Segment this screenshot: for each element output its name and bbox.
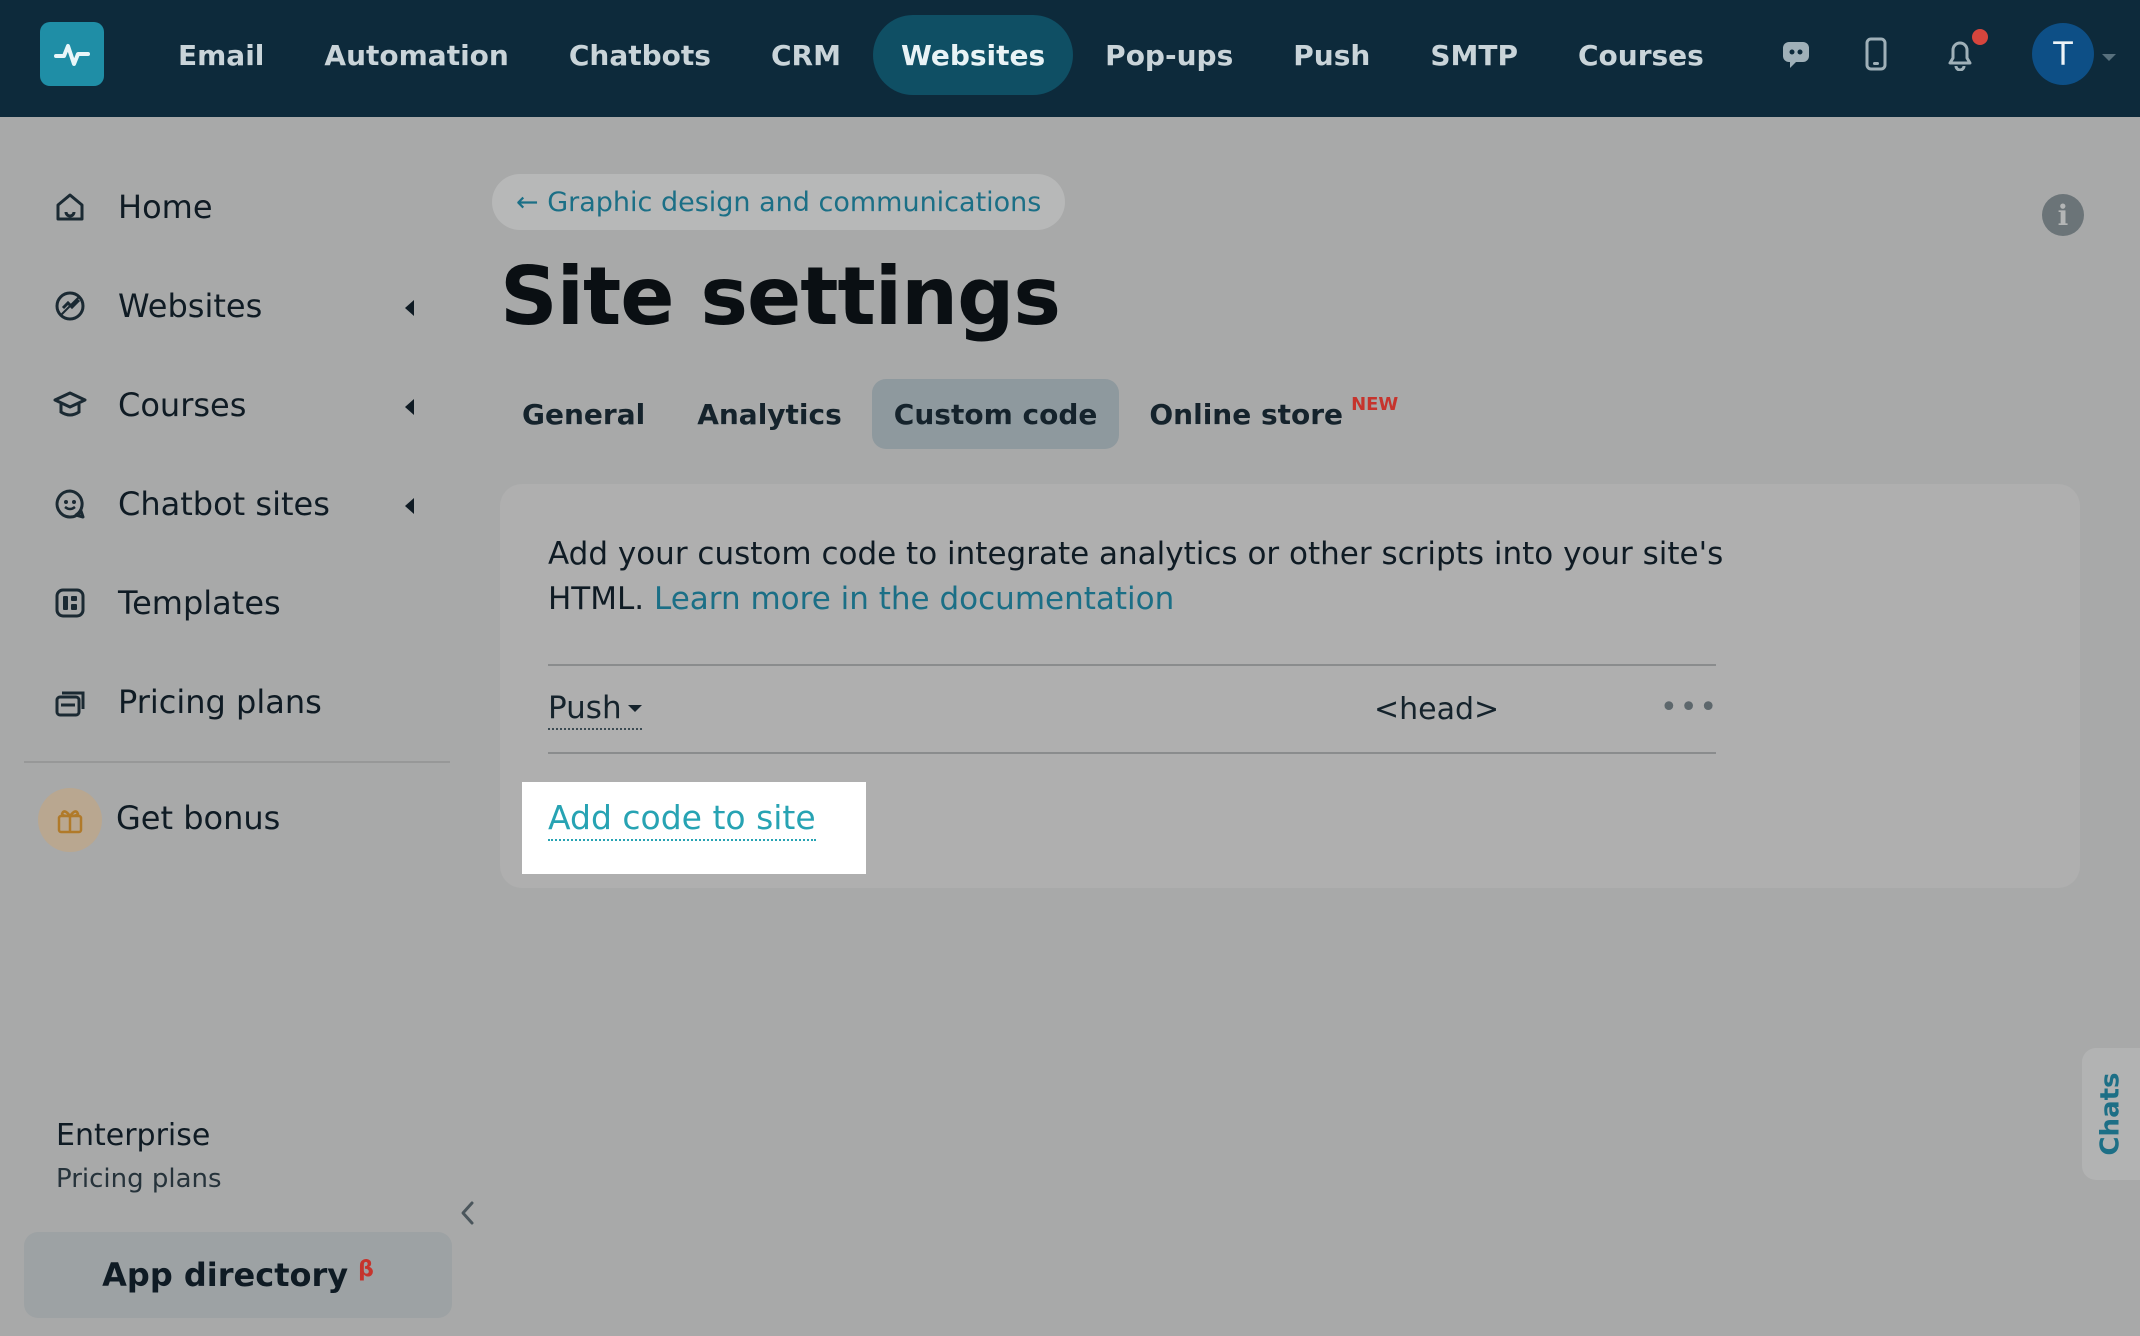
tab-online-store[interactable]: Online store NEW xyxy=(1127,379,1420,449)
nav-push[interactable]: Push xyxy=(1265,15,1398,95)
custom-code-card: Add your custom code to integrate analyt… xyxy=(500,484,2080,888)
nav-crm[interactable]: CRM xyxy=(743,15,869,95)
settings-tabs: General Analytics Custom code Online sto… xyxy=(500,379,1428,449)
notification-dot xyxy=(1972,29,1988,45)
app-directory-label: App directory xyxy=(102,1256,349,1294)
info-icon[interactable]: i xyxy=(2042,194,2084,236)
home-icon xyxy=(52,189,88,225)
code-placement: <head> xyxy=(1374,692,1500,727)
get-bonus-label: Get bonus xyxy=(116,799,281,837)
sidebar-item-label: Templates xyxy=(118,584,281,622)
card-description: Add your custom code to integrate analyt… xyxy=(548,532,1748,622)
expand-caret-icon[interactable] xyxy=(405,300,414,316)
main-nav: Email Automation Chatbots CRM Websites P… xyxy=(150,15,1736,95)
nav-courses[interactable]: Courses xyxy=(1550,15,1732,95)
tab-label: Online store xyxy=(1149,397,1344,431)
add-code-label: Add code to site xyxy=(548,798,816,841)
tab-custom-code[interactable]: Custom code xyxy=(871,379,1120,449)
nav-email[interactable]: Email xyxy=(150,15,292,95)
chevron-down-icon xyxy=(627,704,642,712)
app-directory-button[interactable]: App directory β xyxy=(24,1232,452,1318)
expand-caret-icon[interactable] xyxy=(405,498,414,514)
sidebar-item-label: Courses xyxy=(118,386,247,424)
nav-popups[interactable]: Pop-ups xyxy=(1077,15,1261,95)
collapse-sidebar-icon[interactable] xyxy=(456,1198,480,1228)
beta-badge: β xyxy=(358,1256,374,1282)
chatbot-icon xyxy=(52,486,88,522)
code-type-value: Push xyxy=(548,690,622,726)
plan-name: Enterprise xyxy=(56,1118,211,1153)
documentation-link[interactable]: Learn more in the documentation xyxy=(654,581,1174,617)
page-title: Site settings xyxy=(500,250,1061,343)
pricing-icon xyxy=(52,684,88,720)
sidebar-item-pricing-plans[interactable]: Pricing plans xyxy=(52,672,322,732)
get-bonus-link[interactable]: Get bonus xyxy=(116,788,280,848)
tab-general[interactable]: General xyxy=(500,379,667,449)
chats-label: Chats xyxy=(2096,1072,2127,1156)
avatar[interactable]: T xyxy=(2032,23,2094,85)
tab-analytics[interactable]: Analytics xyxy=(675,379,864,449)
code-row: Push <head> ••• xyxy=(548,664,1719,754)
chat-support-icon[interactable] xyxy=(1776,34,1816,74)
sidebar-item-chatbot-sites[interactable]: Chatbot sites xyxy=(52,474,330,534)
back-link[interactable]: ← Graphic design and communications xyxy=(492,174,1066,230)
sidebar-divider xyxy=(24,761,450,763)
gift-icon xyxy=(38,788,102,852)
more-options-icon[interactable]: ••• xyxy=(1660,690,1719,725)
sidebar-item-websites[interactable]: Websites xyxy=(52,276,262,336)
graduation-cap-icon xyxy=(52,387,88,423)
websites-icon xyxy=(52,288,88,324)
sidebar-item-templates[interactable]: Templates xyxy=(52,573,281,633)
mobile-icon[interactable] xyxy=(1856,34,1896,74)
logo-icon[interactable] xyxy=(40,22,104,86)
sidebar-item-label: Pricing plans xyxy=(118,683,322,721)
sidebar-item-label: Websites xyxy=(118,287,263,325)
templates-icon xyxy=(52,585,88,621)
chats-tab[interactable]: Chats xyxy=(2082,1048,2140,1180)
sidebar-item-home[interactable]: Home xyxy=(52,177,213,237)
nav-automation[interactable]: Automation xyxy=(296,15,536,95)
sidebar-item-courses[interactable]: Courses xyxy=(52,375,246,435)
nav-smtp[interactable]: SMTP xyxy=(1402,15,1546,95)
expand-caret-icon[interactable] xyxy=(405,399,414,415)
top-navbar: Email Automation Chatbots CRM Websites P… xyxy=(0,0,2140,117)
code-type-select[interactable]: Push xyxy=(548,690,642,730)
sidebar-item-label: Chatbot sites xyxy=(118,485,330,523)
add-code-button[interactable]: Add code to site xyxy=(522,782,866,874)
new-badge: NEW xyxy=(1351,393,1399,415)
sidebar-item-label: Home xyxy=(118,188,213,226)
nav-chatbots[interactable]: Chatbots xyxy=(541,15,739,95)
pricing-plans-link[interactable]: Pricing plans xyxy=(56,1164,222,1194)
nav-websites[interactable]: Websites xyxy=(872,15,1074,95)
chevron-down-icon[interactable] xyxy=(2102,54,2116,61)
